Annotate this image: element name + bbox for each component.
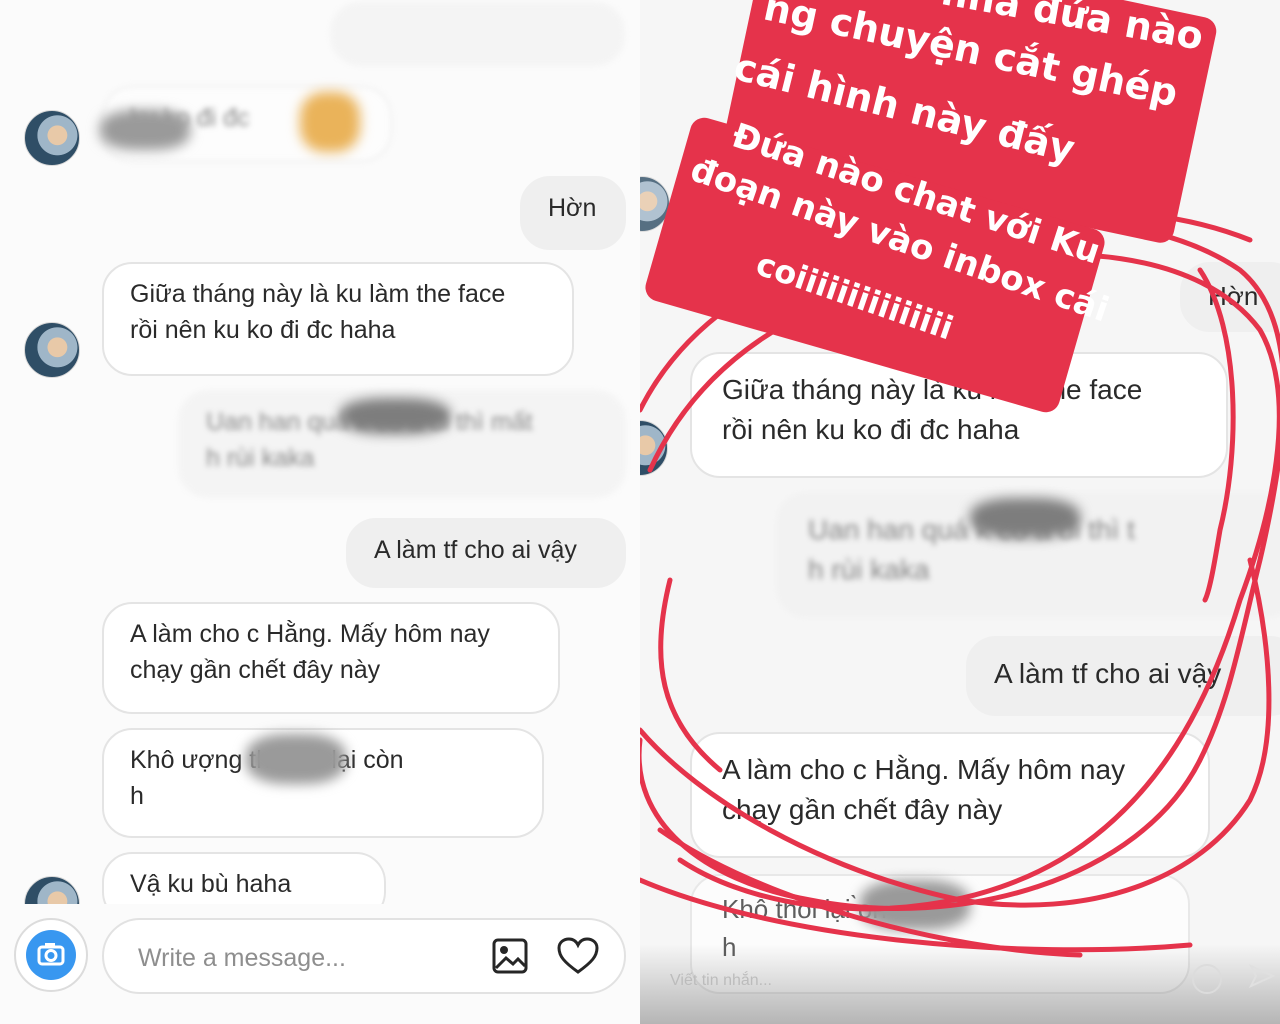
scribble-smudge bbox=[100, 110, 190, 150]
story-reply-placeholder: Viết tin nhắn... bbox=[670, 972, 772, 989]
received-message: Giữa tháng này là ku làm the face rồi nê… bbox=[102, 262, 574, 376]
heart-icon[interactable] bbox=[556, 936, 600, 976]
avatar bbox=[24, 322, 80, 378]
sent-message: Hờn bbox=[520, 176, 626, 250]
sent-message: A làm tf cho ai vậy bbox=[346, 518, 626, 588]
blurred-message-top bbox=[330, 2, 625, 66]
camera-icon bbox=[26, 930, 76, 980]
message-input[interactable] bbox=[136, 940, 480, 976]
received-message: A làm cho c Hằng. Mấy hôm nay chạy gần c… bbox=[102, 602, 560, 714]
received-message: A làm cho c Hằng. Mấy hôm nay chạy gần c… bbox=[690, 732, 1210, 858]
scribble-smudge bbox=[970, 498, 1080, 538]
message-text: Vậ ku bù haha bbox=[130, 870, 292, 898]
message-text: A làm tf cho ai vậy bbox=[374, 536, 577, 564]
send-icon bbox=[1248, 962, 1276, 990]
sent-message: A làm tf cho ai vậy bbox=[966, 636, 1280, 716]
message-line: chạy gần chết đây này bbox=[722, 794, 1003, 825]
message-composer[interactable] bbox=[102, 918, 626, 994]
scribble-smudge bbox=[340, 398, 450, 434]
message-line: rồi nên ku ko đi đc haha bbox=[130, 316, 396, 344]
message-line: Giữa tháng này là ku làm the face bbox=[130, 280, 506, 308]
scribble-smudge bbox=[860, 880, 970, 930]
message-text: A làm tf cho ai vậy bbox=[994, 658, 1222, 689]
scribble-smudge bbox=[300, 92, 360, 152]
image-icon[interactable] bbox=[490, 936, 530, 976]
emoji-icon bbox=[1192, 964, 1222, 994]
right-story-screenshot: Hờn Giữa tháng này là ku làm the face rồ… bbox=[640, 0, 1280, 1024]
avatar bbox=[640, 420, 668, 476]
message-line: chạy gần chết đây này bbox=[130, 656, 381, 684]
message-line: rồi nên ku ko đi đc haha bbox=[722, 414, 1020, 445]
camera-button[interactable] bbox=[14, 918, 88, 992]
message-text: Hờn bbox=[1208, 281, 1259, 311]
avatar bbox=[24, 110, 80, 166]
message-line: h bbox=[130, 782, 144, 810]
sent-message: Hờn bbox=[1180, 262, 1280, 332]
scribble-smudge bbox=[246, 734, 346, 784]
message-line: h rùi kaka bbox=[808, 554, 930, 585]
left-chat-screenshot: ku ko đi đc Hờn Giữa tháng này là ku làm… bbox=[0, 0, 640, 1024]
message-line: A làm cho c Hằng. Mấy hôm nay bbox=[722, 754, 1126, 785]
message-line: h rùi kaka bbox=[206, 444, 315, 472]
message-text: Hờn bbox=[548, 194, 597, 222]
message-line: A làm cho c Hằng. Mấy hôm nay bbox=[130, 620, 490, 648]
